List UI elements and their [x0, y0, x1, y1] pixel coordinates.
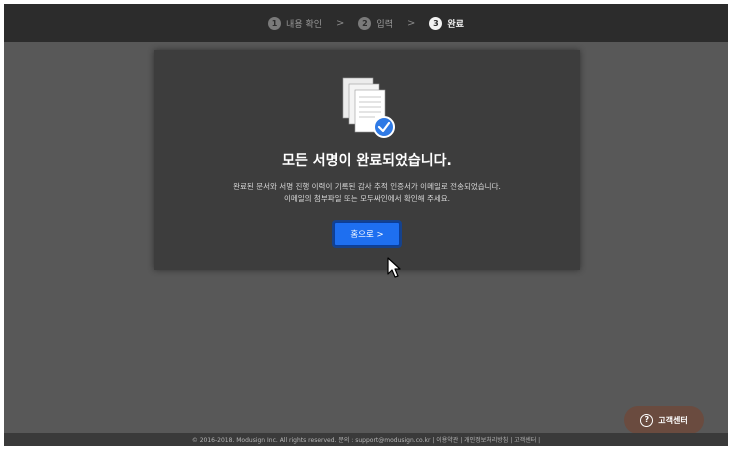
mouse-pointer-icon [387, 257, 401, 278]
progress-steps: 1 내용 확인 > 2 입력 > 3 완료 [4, 4, 728, 42]
dialog-title: 모든 서명이 완료되었습니다. [282, 153, 452, 169]
step-label: 입력 [376, 19, 393, 30]
chevron-right-icon: > [406, 17, 416, 29]
step-input: 2 입력 [358, 16, 393, 30]
step-number: 2 [358, 16, 372, 30]
step-complete: 3 완료 [429, 16, 464, 30]
question-icon: ? [640, 413, 654, 427]
documents-check-icon [342, 77, 395, 138]
app-frame: 1 내용 확인 > 2 입력 > 3 완료 모든 서명이 완료되었습니다. 완료… [4, 4, 728, 446]
step-label: 내용 확인 [286, 19, 323, 30]
step-review: 1 내용 확인 [268, 16, 323, 30]
step-number: 1 [268, 16, 282, 30]
home-button[interactable]: 홈으로 > [334, 222, 400, 246]
description-line: 완료된 문서와 서명 진행 이력이 기록된 감사 추적 인증서가 이메일로 전송… [233, 182, 501, 191]
completion-dialog: 모든 서명이 완료되었습니다. 완료된 문서와 서명 진행 이력이 기록된 감사… [154, 50, 580, 270]
description-line: 이메일의 첨부파일 또는 모두싸인에서 확인해 주세요. [283, 194, 451, 203]
customer-center-button[interactable]: ? 고객센터 [624, 406, 704, 434]
dialog-description: 완료된 문서와 서명 진행 이력이 기록된 감사 추적 인증서가 이메일로 전송… [154, 181, 580, 205]
customer-center-label: 고객센터 [658, 415, 688, 425]
step-label: 완료 [447, 19, 464, 30]
footer: © 2016-2018. Modusign Inc. All rights re… [4, 433, 728, 446]
step-number: 3 [429, 16, 443, 30]
chevron-right-icon: > [336, 17, 345, 29]
